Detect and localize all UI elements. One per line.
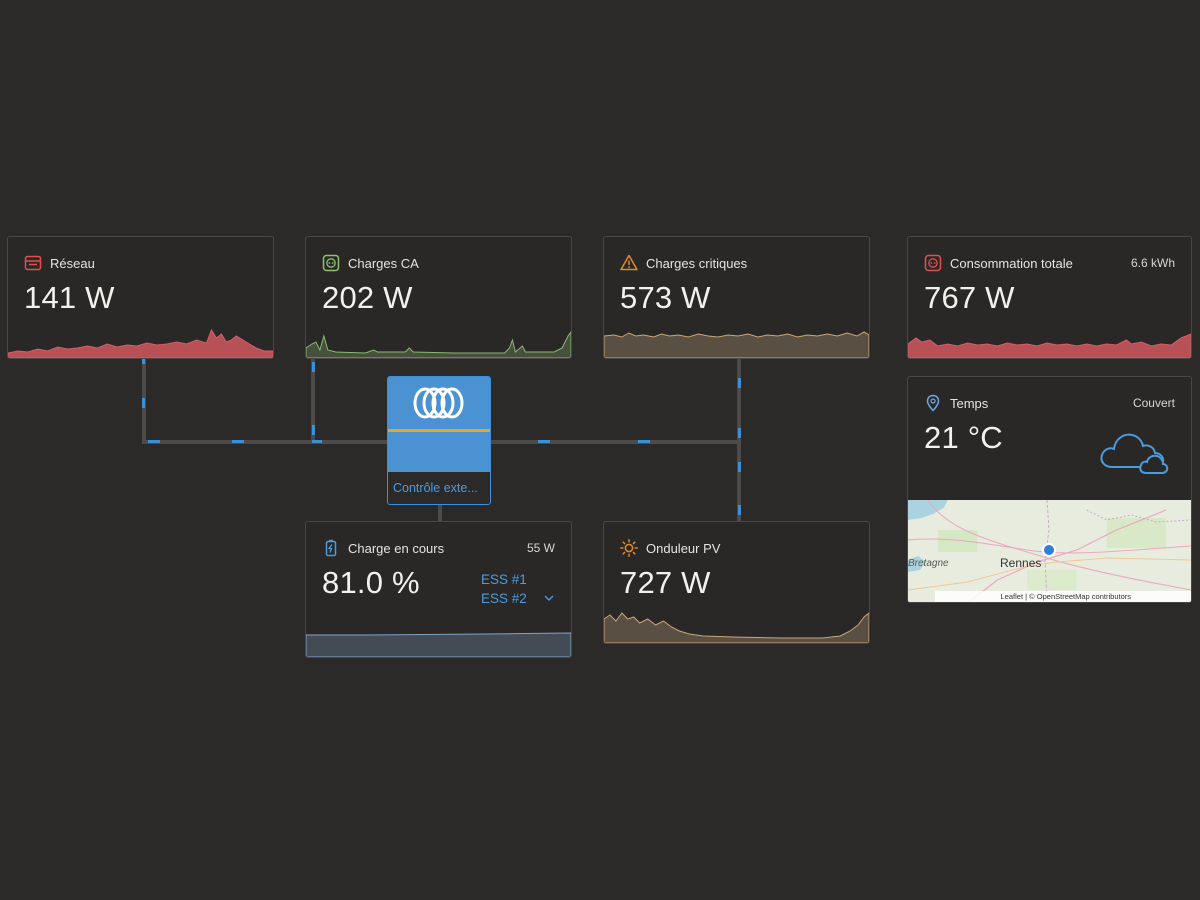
battery-power: 55 W [526,541,555,555]
grid-card[interactable]: Réseau 141 W [7,236,274,359]
ac-loads-title: Charges CA [348,256,419,271]
grid-meter-icon [24,255,42,271]
total-consumption-value: 767 W [924,280,1015,315]
location-marker[interactable] [1042,543,1056,557]
flow-dash [738,462,741,472]
critical-loads-sparkline [604,331,869,358]
total-consumption-title: Consommation totale [950,256,1073,271]
location-pin-icon [926,394,940,412]
inverter-control-box[interactable]: Contrôle exte... [387,376,491,505]
chevron-down-icon[interactable] [543,593,555,603]
battery-card[interactable]: Charge en cours 55 W 81.0 % ESS #1 ESS #… [305,521,572,658]
total-consumption-sparkline [908,333,1191,358]
flow-dash [638,440,650,443]
ac-loads-card[interactable]: Charges CA 202 W [305,236,572,359]
pv-inverter-title: Onduleur PV [646,541,721,556]
flow-dash [312,440,322,443]
inverter-header [388,377,490,472]
battery-soc: 81.0 % [322,565,420,600]
flow-dash [738,378,741,388]
weather-condition: Couvert [1132,396,1175,410]
inverter-accent-bar [388,429,490,432]
flow-dash [232,440,244,443]
weather-title: Temps [950,396,989,411]
grid-value: 141 W [24,280,115,315]
weather-card[interactable]: Temps Couvert 21 °C Bretagne Rennes Leaf… [907,376,1192,603]
ac-loads-sparkline [306,331,571,358]
flow-dash [312,425,315,435]
total-consumption-card[interactable]: Consommation totale 6.6 kWh 767 W [907,236,1192,359]
warning-icon [620,254,638,271]
battery-charging-icon [325,539,337,557]
critical-loads-value: 573 W [620,280,711,315]
critical-loads-title: Charges critiques [646,256,748,271]
map-city-label: Rennes [1000,556,1042,570]
total-consumption-energy: 6.6 kWh [1130,256,1175,270]
connector-bus-left [142,440,388,444]
grid-title: Réseau [50,256,95,271]
flow-dash [538,440,550,443]
connector-battery-vertical [438,504,442,522]
flow-dash [142,398,145,408]
grid-sparkline [8,328,273,358]
sun-icon [620,539,638,557]
weather-temperature: 21 °C [924,420,1003,455]
location-map[interactable]: Bretagne Rennes Leaflet | © OpenStreetMa… [908,500,1191,602]
map-attribution[interactable]: Leaflet | © OpenStreetMap contributors [934,591,1191,602]
flow-dash [312,362,315,372]
pv-inverter-value: 727 W [620,565,711,600]
flow-dash [148,440,160,443]
victron-logo-icon [413,387,464,419]
flow-dash [738,505,741,515]
pv-inverter-card[interactable]: Onduleur PV 727 W [603,521,870,644]
battery-sparkline [306,632,571,657]
critical-loads-card[interactable]: Charges critiques 573 W [603,236,870,359]
ac-loads-value: 202 W [322,280,413,315]
connector-bus-right [490,440,741,444]
ess-link-2[interactable]: ESS #2 [481,591,527,606]
pv-inverter-sparkline [604,612,869,643]
socket-icon [924,254,942,272]
socket-icon [322,254,340,272]
flow-dash [738,428,741,438]
inverter-mode-label[interactable]: Contrôle exte... [393,481,478,495]
map-region-label: Bretagne [908,558,949,569]
battery-title: Charge en cours [348,541,445,556]
ess-link-1[interactable]: ESS #1 [481,572,527,587]
cloud-icon [1100,433,1169,474]
